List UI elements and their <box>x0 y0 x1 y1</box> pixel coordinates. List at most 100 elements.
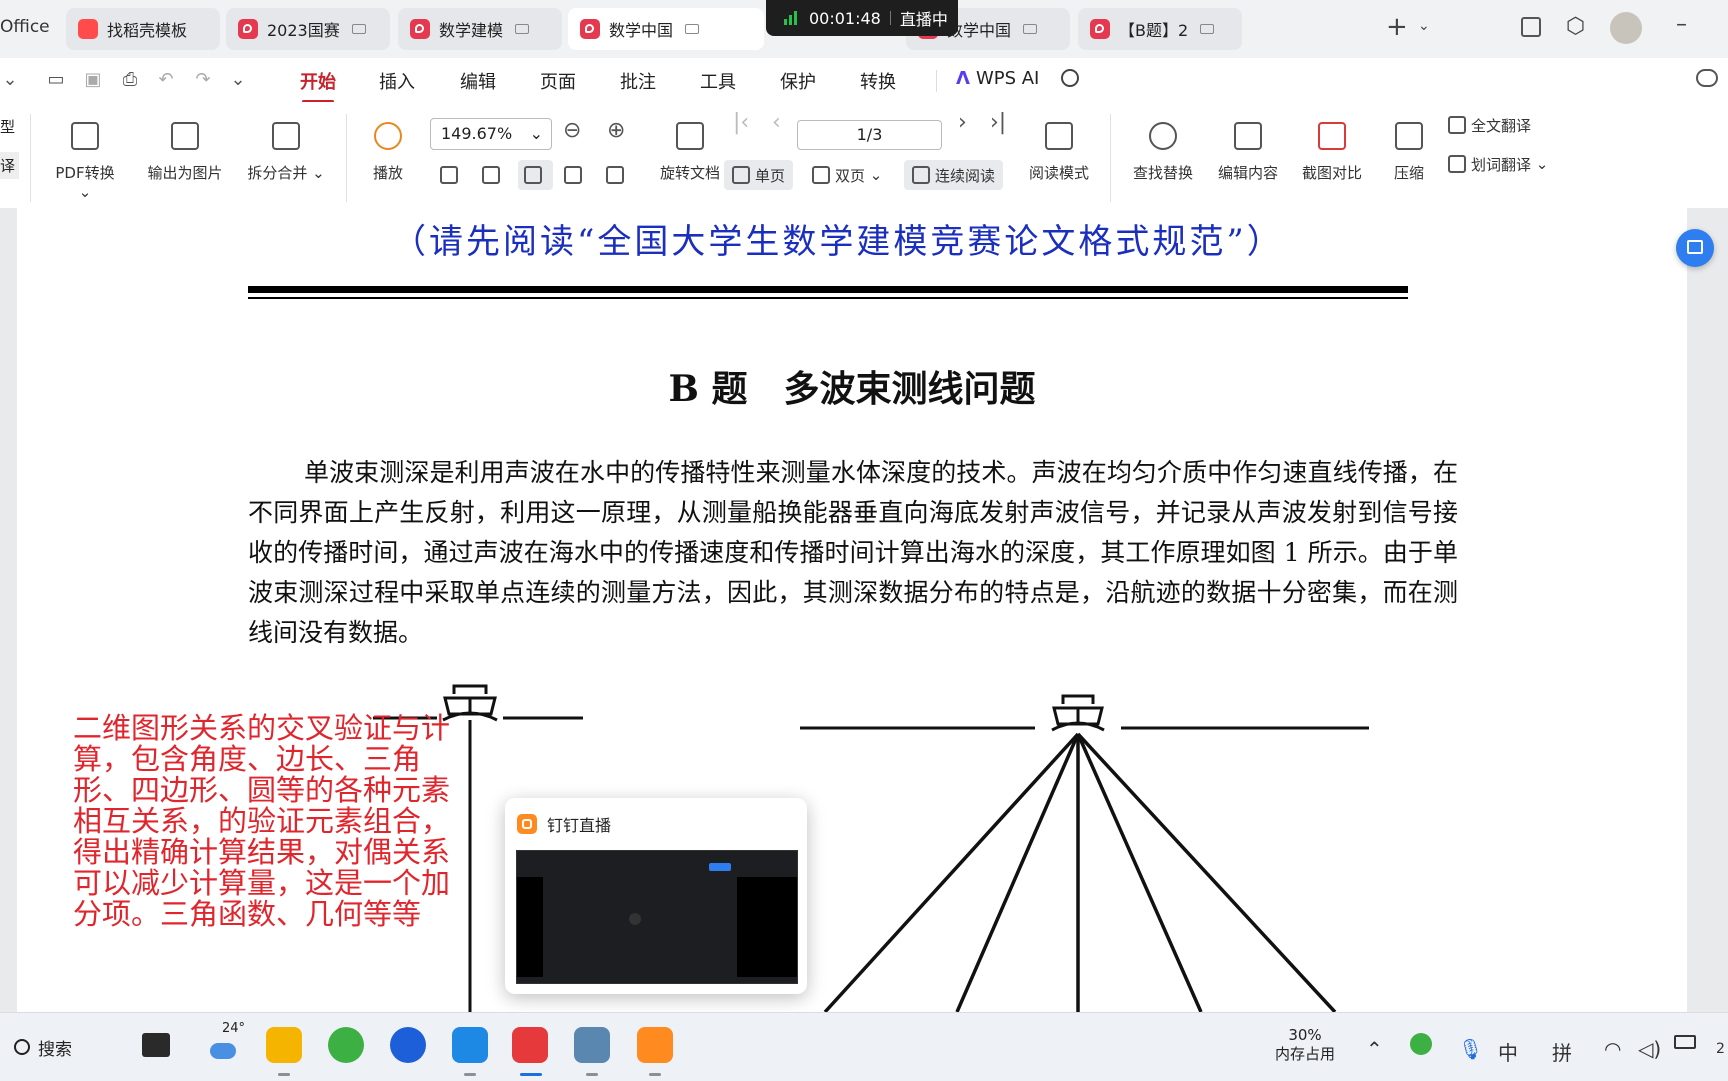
taskbar-preview-popup[interactable]: 钉钉直播 <box>505 798 807 994</box>
page-number-input[interactable]: 1/3 <box>797 120 942 150</box>
find-replace-button[interactable]: 查找替换 <box>1128 122 1198 183</box>
screenshot-compare-button[interactable]: 截图对比 <box>1297 122 1367 183</box>
zoom-in-icon[interactable]: ⊕ <box>607 118 625 143</box>
redo-icon[interactable]: ↷ <box>193 70 213 90</box>
zoom-app-icon[interactable] <box>390 1027 426 1063</box>
folder-icon[interactable]: ▭ <box>46 70 66 90</box>
avatar[interactable] <box>1610 12 1642 44</box>
single-page-button[interactable]: 单页 <box>724 160 794 190</box>
security-icon[interactable] <box>1410 1033 1432 1055</box>
memory-usage[interactable]: 30% 内存占用 <box>1270 1026 1340 1064</box>
browser-icon[interactable] <box>328 1027 364 1063</box>
search-icon[interactable] <box>1061 69 1079 87</box>
toolbar-cut-label[interactable]: 译 <box>0 152 20 179</box>
full-translate-button[interactable]: 全文翻译 <box>1448 110 1531 140</box>
tab-label: 【B题】2 <box>1119 21 1189 40</box>
ime-language[interactable]: 中 <box>1498 1037 1518 1066</box>
zoom-out-icon[interactable]: ⊖ <box>563 118 581 143</box>
menu-item-protect[interactable]: 保护 <box>780 68 816 94</box>
next-page-icon[interactable]: › <box>958 110 967 135</box>
chevron-down-icon[interactable]: ⌄ <box>0 70 20 90</box>
divider <box>1110 114 1111 202</box>
weather-icon[interactable]: 24° <box>204 1021 245 1063</box>
divider <box>346 114 347 202</box>
new-tab-button[interactable]: + <box>1386 12 1408 42</box>
handwritten-note: 二维图形关系的交叉验证与计算，包含角度、边长、三角形、四边形、圆等的各种元素相互… <box>73 711 451 931</box>
rotate-doc-button[interactable]: 旋转文档 <box>654 122 726 183</box>
tab-document[interactable]: 【B题】2 <box>1078 8 1242 50</box>
rotate-left-button[interactable] <box>564 160 587 190</box>
taskbar-search[interactable]: 搜索 <box>14 1027 72 1067</box>
battery-icon[interactable] <box>1674 1035 1696 1049</box>
office-label[interactable]: Office <box>0 17 50 37</box>
chevron-down-icon[interactable]: ⌄ <box>1418 18 1430 34</box>
last-page-icon[interactable]: ›| <box>990 110 1006 135</box>
play-button[interactable]: 播放 <box>368 122 408 183</box>
double-page-button[interactable]: 双页 ⌄ <box>812 160 882 190</box>
rotate-doc-label: 旋转文档 <box>659 164 720 182</box>
ime-mode[interactable]: 拼 <box>1552 1037 1572 1066</box>
pdf-icon <box>238 19 258 39</box>
menu-item-start[interactable]: 开始 <box>300 68 336 103</box>
dingtalk-icon[interactable] <box>452 1027 488 1063</box>
clock-fragment[interactable]: 2 <box>1716 1041 1725 1057</box>
wps-ai-button[interactable]: Λ WPS AI <box>956 68 1039 89</box>
chevron-up-icon[interactable]: ⌃ <box>1366 1037 1383 1061</box>
pdf-icon <box>410 19 430 39</box>
pdf-convert-button[interactable]: PDF转换 ⌄ <box>48 122 122 201</box>
prev-page-icon[interactable]: ‹ <box>772 110 781 135</box>
actual-size-button[interactable] <box>440 160 463 190</box>
menu-item-edit[interactable]: 编辑 <box>460 68 496 94</box>
wps-ai-label: WPS AI <box>975 68 1040 89</box>
menu-item-page[interactable]: 页面 <box>540 68 576 94</box>
tab-templates[interactable]: 找稻壳模板 <box>66 8 220 50</box>
fit-width-button[interactable] <box>518 160 553 190</box>
cube-icon[interactable]: ⬡ <box>1566 14 1585 39</box>
rotate-right-button[interactable] <box>606 160 629 190</box>
read-mode-button[interactable]: 阅读模式 <box>1024 122 1094 183</box>
menu-item-annotate[interactable]: 批注 <box>620 68 656 94</box>
minimize-button[interactable]: – <box>1676 12 1687 37</box>
edit-content-label: 编辑内容 <box>1217 164 1278 182</box>
task-view-icon[interactable] <box>142 1033 170 1057</box>
window-thumbnail[interactable] <box>516 850 798 984</box>
zoom-select[interactable]: 149.67% ⌄ <box>430 118 552 150</box>
screenshot-compare-label: 截图对比 <box>1301 164 1362 182</box>
running-indicator <box>464 1073 476 1076</box>
layout-icon[interactable] <box>1521 17 1541 37</box>
tab-document-active[interactable]: 数学中国 <box>568 8 764 50</box>
edit-content-button[interactable]: 编辑内容 <box>1213 122 1283 183</box>
dingtalk-live-icon[interactable] <box>637 1027 673 1063</box>
word-translate-label: 划词翻译 <box>1471 155 1532 174</box>
floating-tool-button[interactable] <box>1676 229 1714 267</box>
split-merge-button[interactable]: 拆分合并 ⌄ <box>244 122 328 183</box>
wifi-icon[interactable]: ◠ <box>1604 1037 1621 1061</box>
first-page-icon[interactable]: |‹ <box>733 110 749 135</box>
file-explorer-icon[interactable] <box>266 1027 302 1063</box>
tab-document[interactable]: 2023国赛 <box>226 8 390 50</box>
tab-document[interactable]: 数学建模 <box>398 8 562 50</box>
menu-item-tools[interactable]: 工具 <box>700 68 736 94</box>
menu-item-insert[interactable]: 插入 <box>379 68 415 94</box>
microphone-icon[interactable]: 🎙 <box>1458 1037 1483 1061</box>
print-icon[interactable]: ⎙ <box>120 70 140 90</box>
monitor-icon <box>515 24 530 34</box>
continuous-read-button[interactable]: 连续阅读 <box>904 160 1004 190</box>
fit-page-button[interactable] <box>482 160 505 190</box>
document-area[interactable]: （请先阅读“全国大学生数学建模竞赛论文格式规范”） B 题 多波束测线问题 单波… <box>0 208 1728 1012</box>
word-translate-button[interactable]: 划词翻译 ⌄ <box>1448 149 1548 179</box>
wps-icon[interactable] <box>512 1027 548 1063</box>
dingtalk-live-icon <box>517 814 537 834</box>
undo-icon[interactable]: ↶ <box>156 70 176 90</box>
cloud-icon[interactable] <box>1696 69 1718 87</box>
save-icon[interactable]: ▣ <box>83 70 103 90</box>
photos-icon[interactable] <box>574 1027 610 1063</box>
chevron-down-icon[interactable]: ⌄ <box>228 70 248 90</box>
export-image-button[interactable]: 输出为图片 <box>143 122 227 183</box>
compress-button[interactable]: 压缩 <box>1389 122 1429 183</box>
play-icon <box>374 122 402 150</box>
menu-item-convert[interactable]: 转换 <box>860 68 896 94</box>
volume-icon[interactable]: ◁) <box>1638 1037 1661 1061</box>
toolbar-cut-label[interactable]: 型 <box>0 116 15 137</box>
compress-label: 压缩 <box>1393 164 1424 182</box>
